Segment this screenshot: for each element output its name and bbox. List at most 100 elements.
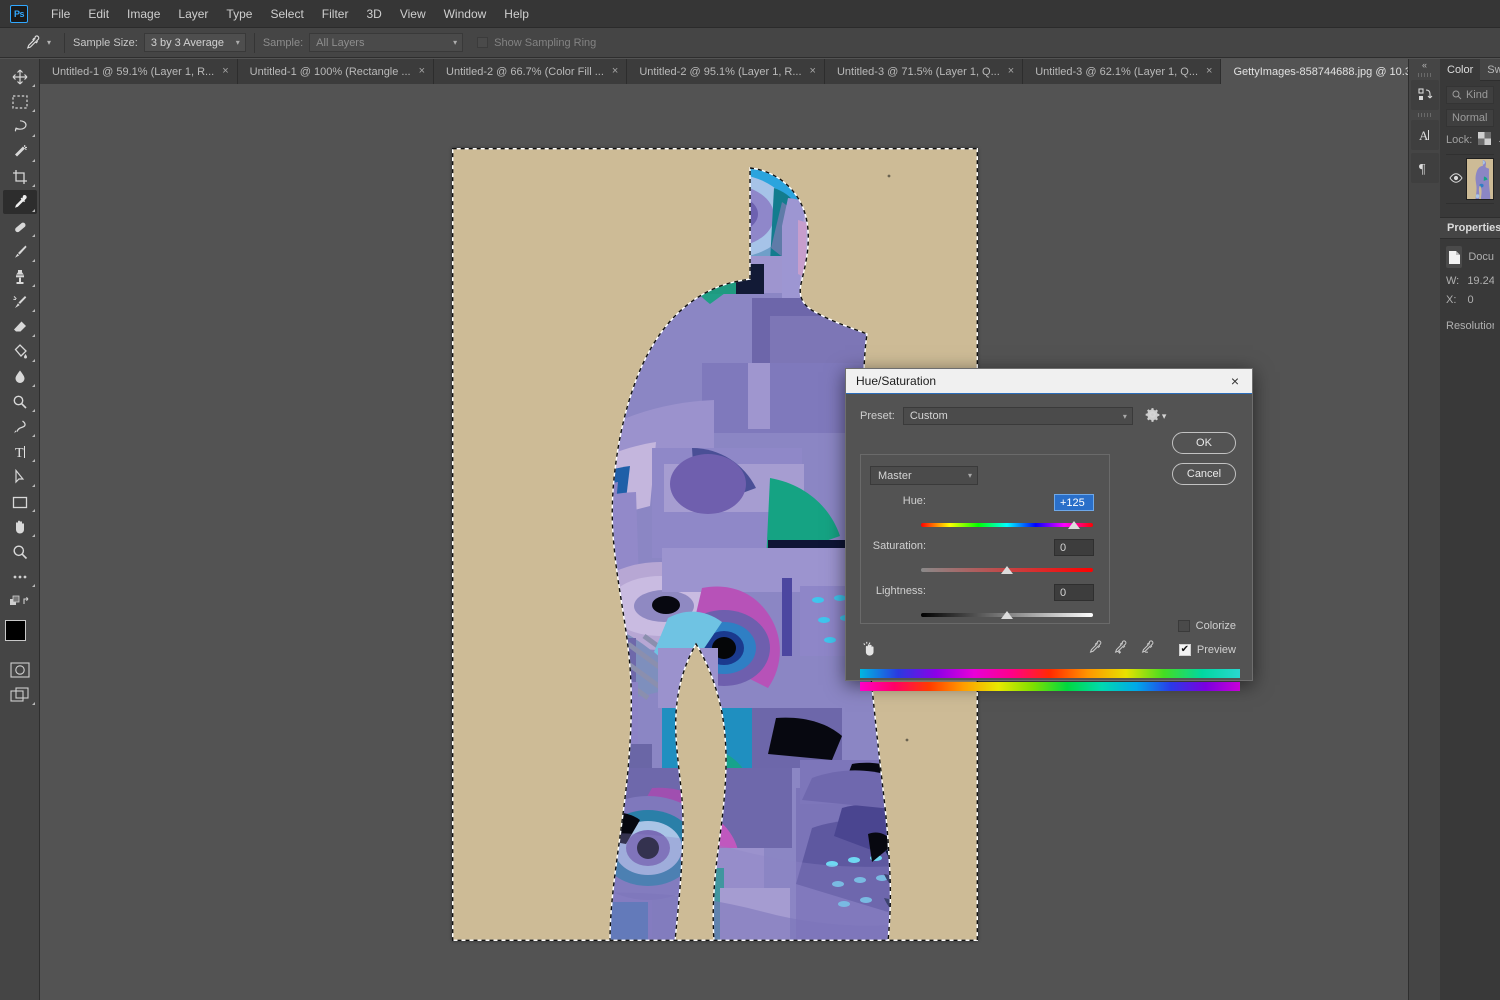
color-panel-tabs: Color Sw [1440, 58, 1500, 81]
menu-image[interactable]: Image [118, 3, 169, 25]
document-tab[interactable]: Untitled-1 @ 100% (Rectangle ... × [237, 59, 435, 84]
color-swatches[interactable] [3, 620, 37, 654]
menu-help[interactable]: Help [495, 3, 538, 25]
menu-3d[interactable]: 3D [357, 3, 390, 25]
rectangle-tool[interactable] [3, 490, 37, 514]
tools-panel: T [0, 59, 40, 1000]
prop-x-value: 0 [1467, 294, 1474, 306]
hand-tool[interactable] [3, 515, 37, 539]
preset-options-gear-icon[interactable] [1145, 407, 1160, 425]
on-image-adjustment-hand-icon[interactable] [861, 640, 878, 660]
document-tab[interactable]: Untitled-1 @ 59.1% (Layer 1, R... × [40, 59, 238, 84]
blend-mode-select[interactable]: Normal [1446, 109, 1494, 127]
move-tool[interactable] [3, 65, 37, 89]
gear-chevron-icon[interactable]: ▾ [1162, 411, 1167, 422]
close-icon[interactable]: × [612, 66, 618, 77]
screen-mode-button[interactable] [3, 683, 37, 707]
menu-file[interactable]: File [42, 3, 79, 25]
path-selection-tool[interactable] [3, 465, 37, 489]
libraries-panel-icon[interactable] [1410, 80, 1439, 110]
sample-size-value: 3 by 3 Average [150, 36, 224, 49]
menu-edit[interactable]: Edit [79, 3, 118, 25]
menu-window[interactable]: Window [435, 3, 496, 25]
paint-bucket-tool[interactable] [3, 340, 37, 364]
eye-icon[interactable] [1446, 172, 1466, 186]
brush-tool[interactable] [3, 240, 37, 264]
preset-select[interactable]: Custom ▾ [902, 407, 1133, 425]
saturation-value-input[interactable]: 0 [1054, 539, 1094, 556]
rail-grip-2[interactable] [1417, 113, 1432, 117]
marquee-tool[interactable] [3, 90, 37, 114]
menu-filter[interactable]: Filter [313, 3, 358, 25]
lock-transparent-pixels-icon[interactable] [1478, 132, 1492, 148]
hue-saturation-dialog[interactable]: Hue/Saturation × Preset: Custom ▾ ▾ OK C… [845, 368, 1253, 691]
dodge-tool[interactable] [3, 390, 37, 414]
menu-view[interactable]: View [391, 3, 435, 25]
menu-select[interactable]: Select [261, 3, 312, 25]
edit-toolbar-ellipsis-icon[interactable] [3, 565, 37, 589]
tool-more-triangle [31, 84, 35, 87]
quick-mask-button[interactable] [3, 658, 37, 682]
show-sampling-ring-checkbox[interactable]: Show Sampling Ring [477, 37, 596, 49]
channel-select[interactable]: Master ▾ [870, 466, 978, 485]
history-brush-tool[interactable] [3, 290, 37, 314]
hue-value-input[interactable]: +125 [1054, 494, 1094, 511]
rail-grip-1[interactable] [1417, 73, 1432, 77]
eyedropper-tool[interactable] [2, 190, 37, 214]
layer-row[interactable] [1446, 154, 1494, 204]
document-tab[interactable]: Untitled-2 @ 95.1% (Layer 1, R... × [627, 59, 825, 84]
properties-panel-title[interactable]: Properties [1440, 217, 1500, 239]
paragraph-panel-icon[interactable]: ¶ [1410, 153, 1439, 183]
tab-color[interactable]: Color [1440, 58, 1481, 81]
tool-more-triangle [31, 284, 35, 287]
type-tool[interactable]: T [3, 440, 37, 464]
zoom-tool[interactable] [3, 540, 37, 564]
tool-preset-chevron-down-icon[interactable]: ▾ [42, 34, 56, 52]
pen-tool[interactable] [3, 415, 37, 439]
clone-stamp-tool[interactable] [3, 265, 37, 289]
sample-select[interactable]: All Layers ▾ [309, 33, 464, 52]
ok-button[interactable]: OK [1172, 432, 1236, 454]
dialog-title: Hue/Saturation [856, 374, 937, 388]
layer-filter-kind[interactable]: Kind [1446, 86, 1494, 104]
hue-slider-thumb[interactable] [1068, 521, 1080, 529]
menu-type[interactable]: Type [217, 3, 261, 25]
tab-swatches[interactable]: Sw [1480, 59, 1500, 81]
tab-label: Untitled-3 @ 62.1% (Layer 1, Q... [1035, 65, 1199, 78]
document-tab[interactable]: Untitled-3 @ 62.1% (Layer 1, Q... × [1023, 59, 1222, 84]
document-icon [1446, 246, 1463, 268]
document-tab[interactable]: Untitled-2 @ 66.7% (Color Fill ... × [434, 59, 628, 84]
saturation-slider-thumb[interactable] [1001, 566, 1013, 574]
lightness-slider-thumb[interactable] [1001, 611, 1013, 619]
foreground-color-swatch[interactable] [4, 620, 26, 641]
eyedropper-subtract-icon[interactable] [1139, 640, 1156, 658]
colorize-checkbox[interactable]: Colorize [1177, 620, 1236, 632]
healing-brush-tool[interactable] [3, 215, 37, 239]
lightness-value-input[interactable]: 0 [1054, 584, 1094, 601]
close-icon[interactable]: × [1228, 374, 1242, 388]
close-icon[interactable]: × [419, 66, 425, 77]
close-icon[interactable]: × [1206, 66, 1212, 77]
layer-thumbnail[interactable] [1466, 158, 1494, 200]
document-tab[interactable]: Untitled-3 @ 71.5% (Layer 1, Q... × [824, 59, 1024, 84]
close-icon[interactable]: × [222, 66, 228, 77]
blur-tool[interactable] [3, 365, 37, 389]
collapse-panels-icon[interactable]: « [1408, 59, 1440, 71]
preset-value: Custom [909, 410, 948, 422]
sample-size-select[interactable]: 3 by 3 Average ▾ [143, 33, 246, 52]
crop-tool[interactable] [3, 165, 37, 189]
cancel-button[interactable]: Cancel [1172, 463, 1236, 485]
eraser-tool[interactable] [3, 315, 37, 339]
character-panel-icon[interactable]: A [1410, 120, 1439, 150]
lasso-tool[interactable] [3, 115, 37, 139]
menu-layer[interactable]: Layer [169, 3, 217, 25]
dialog-title-bar[interactable]: Hue/Saturation × [846, 369, 1252, 394]
preview-checkbox[interactable]: ✔ Preview [1178, 644, 1236, 656]
close-icon[interactable]: × [810, 66, 816, 77]
eyedropper-sample-icon[interactable] [1087, 640, 1102, 658]
eyedropper-icon[interactable] [22, 33, 42, 53]
default-and-swap-colors-icon[interactable] [3, 590, 37, 614]
eyedropper-add-icon[interactable] [1112, 640, 1129, 658]
close-icon[interactable]: × [1008, 66, 1014, 77]
magic-wand-tool[interactable] [3, 140, 37, 164]
